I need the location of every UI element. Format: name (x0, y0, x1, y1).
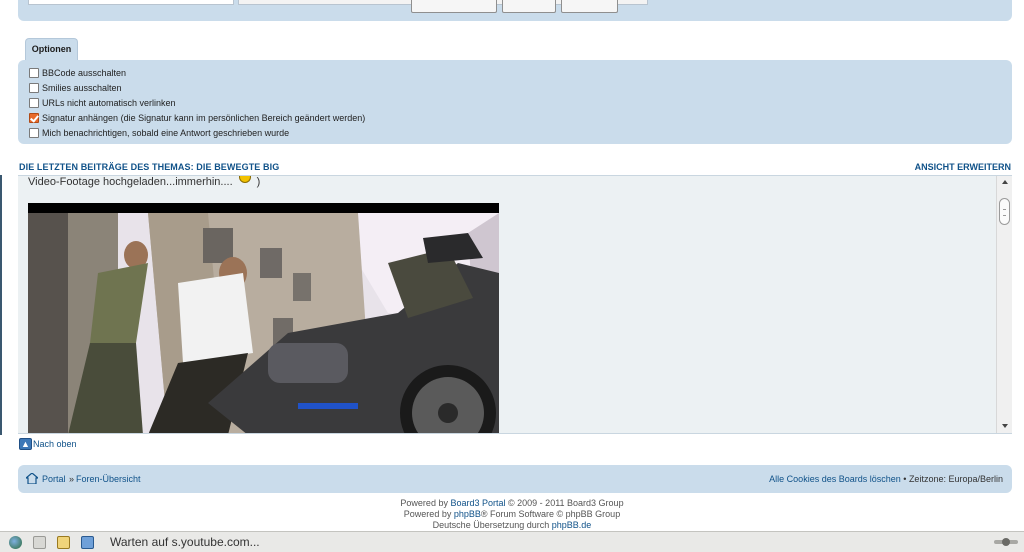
divider (18, 433, 1012, 434)
embedded-video[interactable] (28, 203, 499, 433)
footer-navbar: Portal » Foren-Übersicht Alle Cookies de… (18, 465, 1012, 493)
delete-cookies-link[interactable]: Alle Cookies des Boards löschen (769, 474, 901, 484)
scroll-down-arrow-icon[interactable] (1002, 424, 1008, 428)
board3-portal-link[interactable]: Board3 Portal (450, 498, 505, 508)
smiley-icon (238, 176, 251, 183)
copyright-line-2: Powered by phpBB® Forum Software © phpBB… (0, 509, 1024, 519)
bullet: • (903, 474, 907, 484)
option-attach-signature[interactable]: Signatur anhängen (die Signatur kann im … (29, 110, 1012, 125)
form-button-remnant-2[interactable] (502, 0, 556, 13)
status-text: Warten auf s.youtube.com... (110, 535, 260, 549)
copyright-text: Powered by (400, 498, 448, 508)
video-frame (28, 203, 499, 433)
top-tab-remnant (28, 0, 234, 5)
topic-review-box: Video-Footage hochgeladen...immerhin....… (18, 175, 1012, 433)
breadcrumb-portal[interactable]: Portal (42, 474, 66, 484)
arrow-up-icon: ▲ (19, 438, 32, 450)
option-notify-reply[interactable]: Mich benachrichtigen, sobald eine Antwor… (29, 125, 1012, 140)
post-text: Video-Footage hochgeladen...immerhin....… (28, 176, 261, 188)
post-text-before: Video-Footage hochgeladen...immerhin.... (28, 176, 233, 188)
breadcrumb-separator: » (69, 474, 75, 484)
copyright-text: Powered by (403, 509, 452, 519)
globe-icon[interactable] (9, 536, 22, 549)
back-to-top-link[interactable]: ▲ Nach oben (19, 438, 77, 450)
window-edge (0, 175, 2, 435)
phpbb-de-link[interactable]: phpBB.de (552, 520, 592, 530)
copyright-text: © 2009 - 2011 Board3 Group (508, 498, 624, 508)
option-disable-smilies[interactable]: Smilies ausschalten (29, 80, 1012, 95)
option-label: Smilies ausschalten (42, 82, 122, 93)
option-label: URLs nicht automatisch verlinken (42, 97, 176, 108)
copyright-text: ® Forum Software © phpBB Group (480, 509, 621, 519)
navbar-right: Alle Cookies des Boards löschen • Zeitzo… (769, 474, 1003, 484)
back-to-top-label: Nach oben (33, 439, 77, 449)
expand-view-link[interactable]: ANSICHT ERWEITERN (915, 162, 1011, 172)
copyright-line-1: Powered by Board3 Portal © 2009 - 2011 B… (0, 498, 1024, 508)
option-disable-bbcode[interactable]: BBCode ausschalten (29, 65, 1012, 80)
option-label: BBCode ausschalten (42, 67, 127, 78)
phpbb-link[interactable]: phpBB (454, 509, 481, 519)
checkbox-attach-signature[interactable] (29, 112, 39, 123)
checkbox-disable-bbcode[interactable] (29, 67, 39, 78)
form-button-remnant-1[interactable] (411, 0, 497, 13)
copyright-text: Deutsche Übersetzung durch (432, 520, 550, 530)
form-button-remnant-3[interactable] (561, 0, 618, 13)
checkbox-notify-reply[interactable] (29, 127, 39, 138)
scroll-up-arrow-icon[interactable] (1002, 180, 1008, 184)
option-disable-magic-url[interactable]: URLs nicht automatisch verlinken (29, 95, 1012, 110)
breadcrumb-forum-index[interactable]: Foren-Übersicht (76, 474, 141, 484)
tab-options[interactable]: Optionen (25, 38, 78, 61)
post-text-after: ) (256, 176, 261, 188)
resize-grip-icon[interactable] (994, 537, 1018, 547)
browser-status-bar: Warten auf s.youtube.com... (0, 531, 1024, 552)
timezone-label: Zeitzone: Europa/Berlin (908, 474, 1003, 484)
copyright-line-3: Deutsche Übersetzung durch phpBB.de (0, 520, 1024, 530)
checkbox-disable-magic-url[interactable] (29, 97, 39, 108)
topic-review-title[interactable]: DIE LETZTEN BEITRÄGE DES THEMAS: DIE BEW… (19, 162, 279, 172)
home-addon-icon[interactable] (33, 536, 46, 549)
option-label: Signatur anhängen (die Signatur kann im … (42, 112, 366, 123)
notes-icon[interactable] (57, 536, 70, 549)
home-icon (26, 473, 38, 484)
page-addon-icon[interactable] (81, 536, 94, 549)
checkbox-disable-smilies[interactable] (29, 82, 39, 93)
review-scrollbar[interactable] (996, 176, 1012, 433)
options-panel: BBCode ausschalten Smilies ausschalten U… (18, 60, 1012, 144)
scroll-thumb[interactable] (999, 198, 1010, 225)
option-label: Mich benachrichtigen, sobald eine Antwor… (42, 127, 290, 138)
